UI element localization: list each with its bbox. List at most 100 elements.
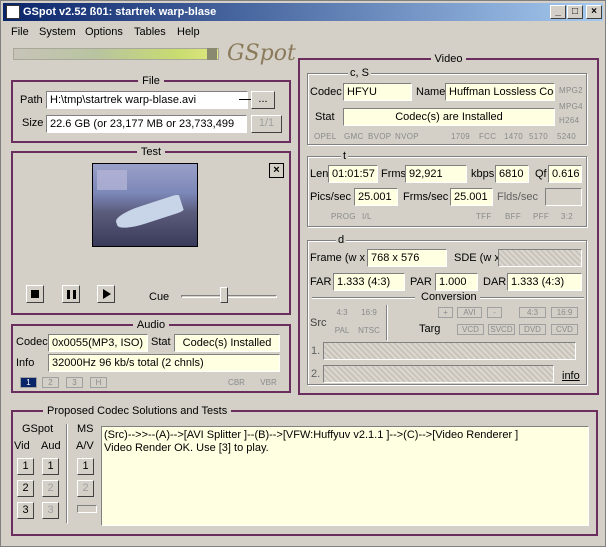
codec-divider bbox=[66, 424, 68, 524]
targ-43-button[interactable]: 4:3 bbox=[519, 307, 546, 318]
audio-stat-field: Codec(s) Installed bbox=[174, 334, 280, 352]
cue-label: Cue bbox=[149, 291, 170, 303]
menu-file[interactable]: File bbox=[11, 23, 29, 41]
preview-highlight bbox=[97, 170, 127, 190]
qf-label: Qf bbox=[535, 168, 547, 180]
audio-track-3[interactable]: 3 bbox=[66, 377, 83, 388]
row2-field bbox=[323, 365, 554, 383]
pause-button[interactable] bbox=[62, 285, 80, 303]
title-bar[interactable]: GSpot v2.52 ß01: startrek warp-blase bbox=[3, 3, 603, 21]
path-field[interactable]: H:\tmp\startrek warp-blase.avi bbox=[46, 91, 248, 109]
play-button[interactable] bbox=[97, 285, 115, 303]
vid-test-3[interactable]: 3 bbox=[17, 502, 34, 519]
targ-svcd-button[interactable]: SVCD bbox=[488, 324, 515, 335]
play-icon bbox=[103, 289, 111, 299]
far-field: 1.333 (4:3) bbox=[333, 273, 405, 291]
codec-output: (Src)-->>--(A)-->[AVI Splitter ]--(B)-->… bbox=[101, 426, 589, 526]
vid-test-1[interactable]: 1 bbox=[17, 458, 34, 475]
frame-label: Frame (w x bbox=[310, 252, 365, 264]
info-link[interactable]: info bbox=[562, 368, 580, 384]
targ-169-button[interactable]: 16:9 bbox=[551, 307, 578, 318]
ship-shape bbox=[113, 193, 185, 233]
page-button[interactable]: 1/1 bbox=[251, 115, 282, 133]
t-box: t Len 01:01:57 Frms 92,921 kbps 6810 Qf … bbox=[307, 148, 587, 227]
gspot-logo: GSpot bbox=[227, 41, 296, 66]
tff-tag: TFF bbox=[476, 212, 492, 221]
pff-tag: PFF bbox=[533, 212, 550, 221]
f5240-tag: 5240 bbox=[557, 132, 576, 141]
size-field: 22.6 GB (or 23,177 MB or 23,733,499 bbox=[46, 115, 247, 133]
d-box: d Frame (w x 768 x 576 SDE (w x FAR 1.33… bbox=[307, 232, 587, 385]
src-ntsc-tag: NTSC bbox=[357, 325, 381, 336]
vbr-tag: VBR bbox=[257, 377, 280, 388]
ms-test-1[interactable]: 1 bbox=[77, 458, 94, 475]
cs-title: c, S bbox=[348, 65, 371, 81]
src-targ-divider bbox=[386, 305, 388, 341]
ms-test-2[interactable]: 2 bbox=[77, 480, 94, 497]
row2-label: 2. bbox=[311, 368, 321, 380]
audio-track-1[interactable]: 1 bbox=[20, 377, 37, 388]
pics-field: 25.001 bbox=[354, 188, 398, 206]
ms-test-slot bbox=[77, 505, 97, 513]
far-label: FAR bbox=[310, 276, 332, 288]
ms-label: MS bbox=[77, 423, 94, 435]
audio-track-2[interactable]: 2 bbox=[42, 377, 59, 388]
video-codec-field: HFYU bbox=[343, 83, 412, 101]
row1-field bbox=[323, 342, 576, 360]
menu-help[interactable]: Help bbox=[177, 23, 200, 41]
cs-box: c, S Codec HFYU Name Huffman Lossless Co… bbox=[307, 65, 587, 145]
menu-tables[interactable]: Tables bbox=[134, 23, 166, 41]
cue-slider-thumb[interactable] bbox=[220, 287, 229, 303]
codec-solutions-title: Proposed Codec Solutions and Tests bbox=[43, 405, 232, 417]
audio-track-h[interactable]: H bbox=[90, 377, 107, 388]
targ-vcd-button[interactable]: VCD bbox=[457, 324, 484, 335]
flds-field bbox=[545, 188, 582, 206]
targ-plus-button[interactable]: + bbox=[438, 307, 453, 318]
d-title: d bbox=[336, 232, 347, 248]
vid-test-2[interactable]: 2 bbox=[17, 480, 34, 497]
f5170-tag: 5170 bbox=[529, 132, 548, 141]
h264-tag: H264 bbox=[559, 116, 580, 125]
targ-dvd-button[interactable]: DVD bbox=[519, 324, 546, 335]
video-stat-field: Codec(s) are Installed bbox=[343, 108, 555, 126]
flds-label: Flds/sec bbox=[497, 191, 538, 203]
aud-test-1[interactable]: 1 bbox=[42, 458, 59, 475]
codec-output-line2: Video Render OK. Use [3] to play. bbox=[104, 442, 269, 454]
conversion-sep-right bbox=[480, 297, 584, 299]
window-title: GSpot v2.52 ß01: startrek warp-blase bbox=[23, 6, 217, 18]
video-name-label: Name bbox=[416, 86, 446, 98]
targ-cvd-button[interactable]: CVD bbox=[551, 324, 578, 335]
sde-label: SDE (w x bbox=[454, 252, 500, 264]
stop-button[interactable] bbox=[26, 285, 44, 303]
aud-label: Aud bbox=[41, 440, 61, 452]
frmsec-field: 25.001 bbox=[450, 188, 493, 206]
vid-label: Vid bbox=[14, 440, 30, 452]
menu-system[interactable]: System bbox=[39, 23, 76, 41]
mpg4-tag: MPG4 bbox=[559, 102, 583, 111]
video-codec-label: Codec bbox=[310, 86, 342, 98]
targ-label: Targ bbox=[419, 323, 441, 335]
aud-test-3[interactable]: 3 bbox=[42, 502, 59, 519]
video-group-title: Video bbox=[430, 53, 467, 65]
sde-field bbox=[498, 249, 582, 267]
activity-bar-end bbox=[207, 48, 217, 60]
browse-button[interactable]: ... bbox=[251, 91, 275, 109]
bvop-tag: BVOP bbox=[368, 132, 392, 141]
kbps-field: 6810 bbox=[495, 165, 529, 183]
dar-label: DAR bbox=[483, 276, 507, 288]
gmc-tag: GMC bbox=[344, 132, 364, 141]
test-group-title: Test bbox=[136, 146, 166, 158]
preview-close-button[interactable]: × bbox=[269, 163, 284, 178]
close-button[interactable]: × bbox=[586, 5, 602, 19]
targ-minus-button[interactable]: - bbox=[487, 307, 502, 318]
maximize-button[interactable]: □ bbox=[567, 5, 583, 19]
video-group: Video c, S Codec HFYU Name Huffman Lossl… bbox=[298, 53, 599, 395]
aud-test-2[interactable]: 2 bbox=[42, 480, 59, 497]
len-field: 01:01:57 bbox=[328, 165, 378, 183]
targ-avi-button[interactable]: AVI bbox=[457, 307, 482, 318]
path-connector bbox=[239, 99, 251, 100]
minimize-button[interactable]: _ bbox=[550, 5, 566, 19]
menu-bar: File System Options Tables Help bbox=[3, 23, 603, 41]
src-pal-tag: PAL bbox=[330, 325, 354, 336]
menu-options[interactable]: Options bbox=[85, 23, 123, 41]
